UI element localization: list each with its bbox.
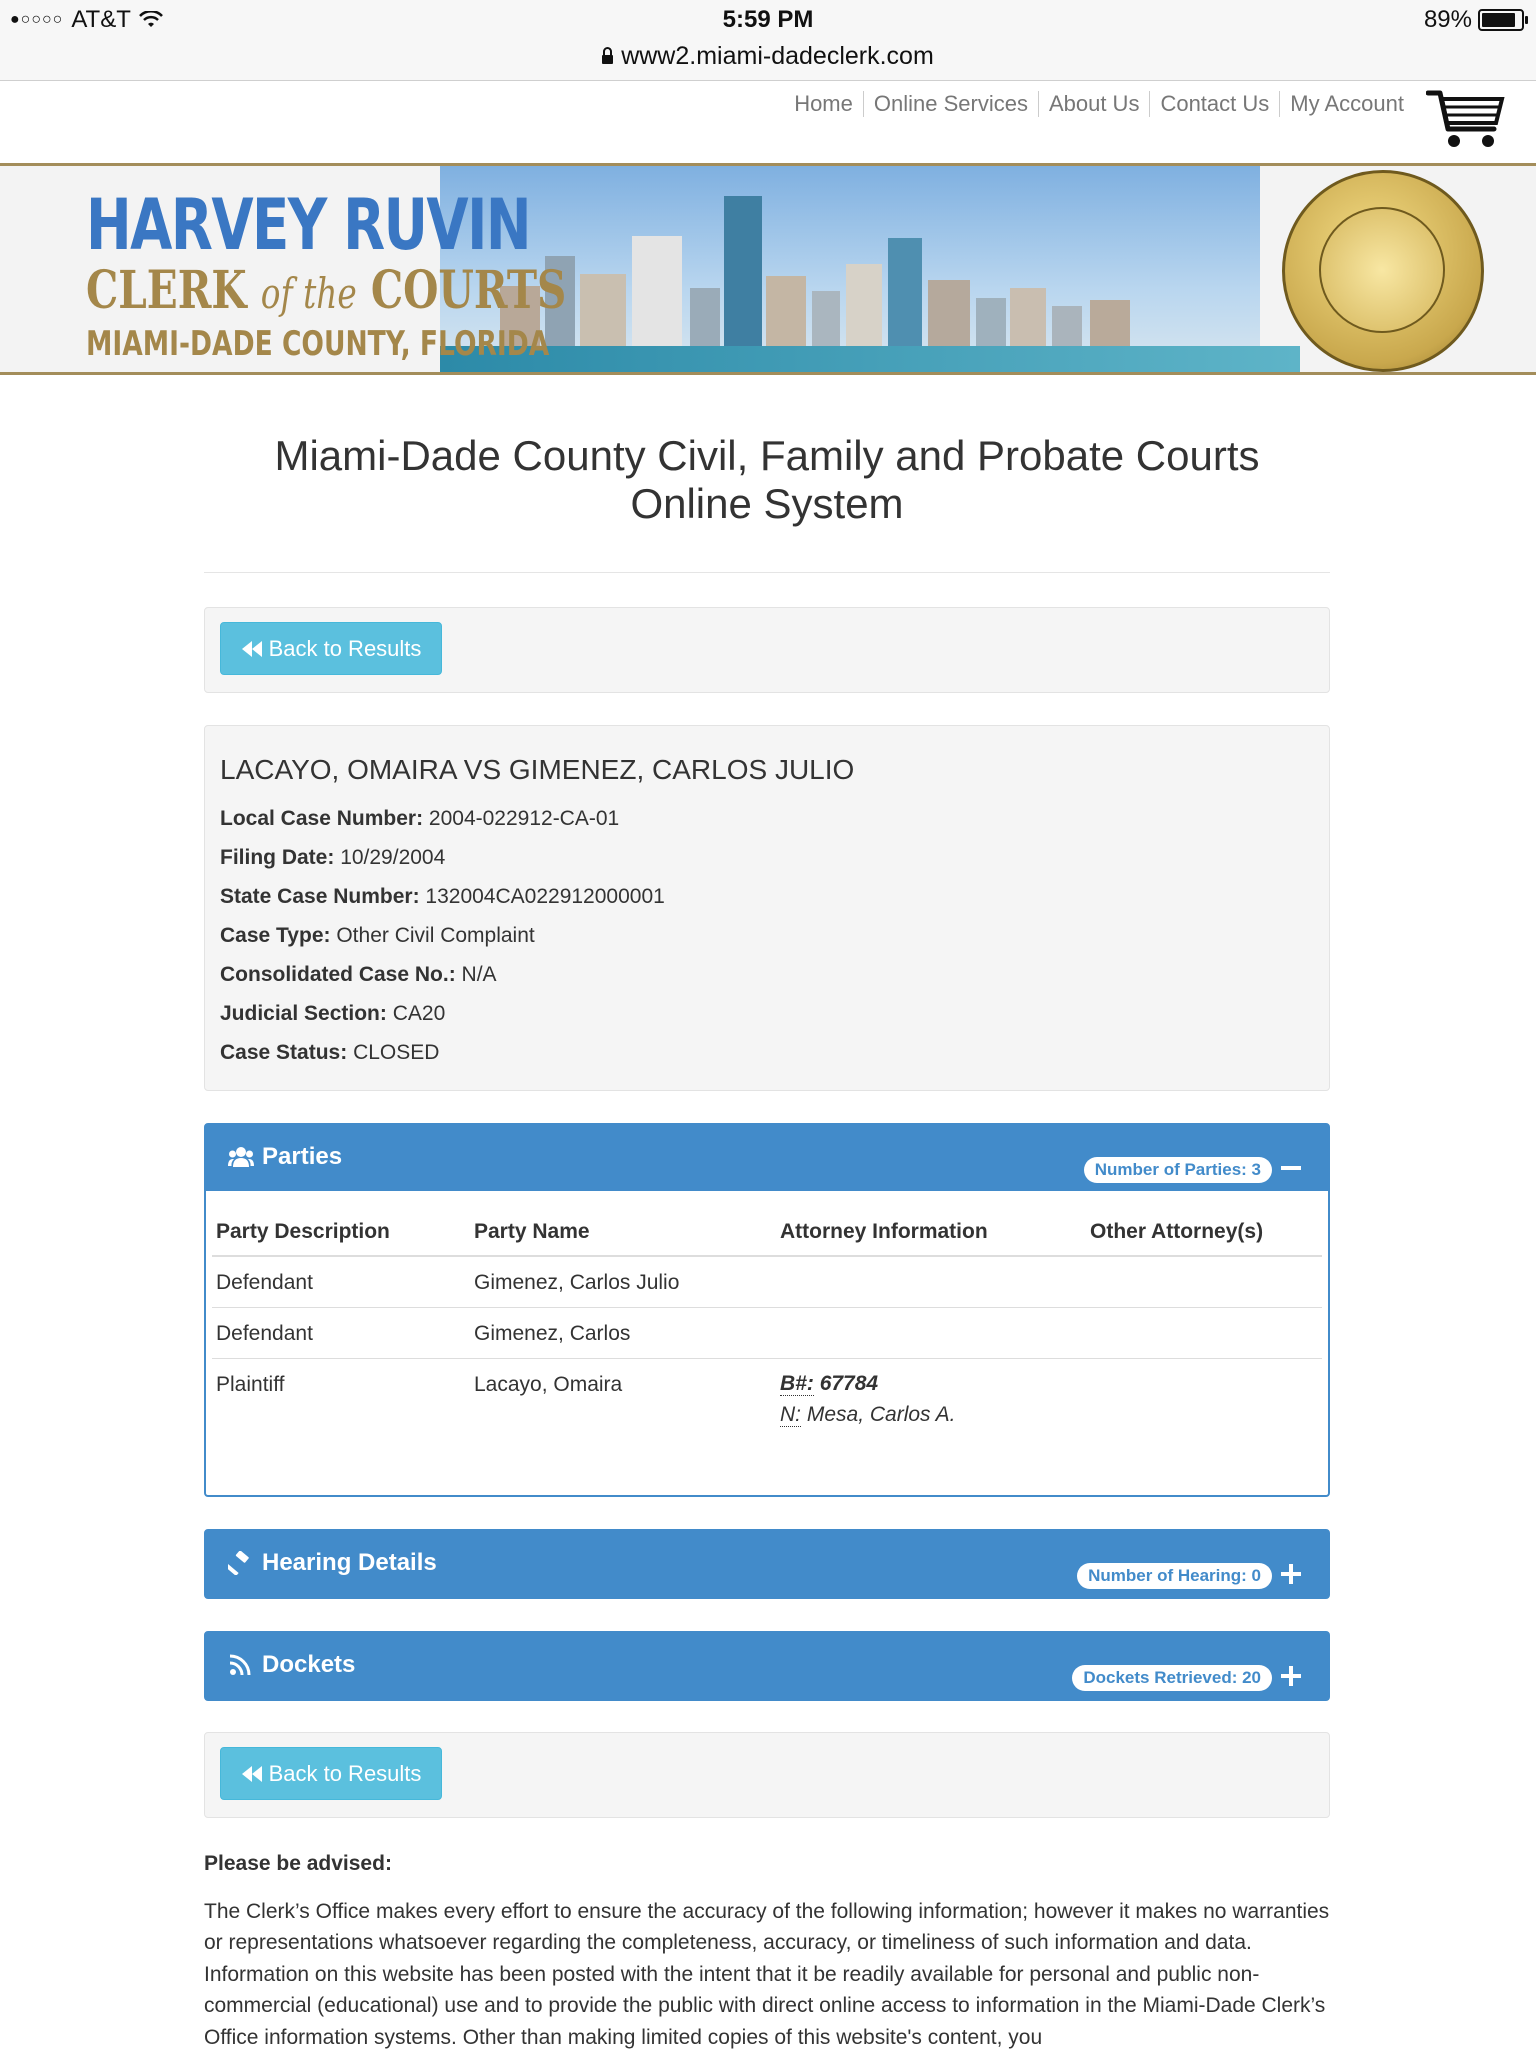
page-title: Miami-Dade County Civil, Family and Prob… (274, 432, 1260, 527)
parties-count-badge: Number of Parties: 3 (1083, 1157, 1272, 1183)
nav-online-services[interactable]: Online Services (862, 91, 1038, 117)
parties-panel: Parties Number of Parties: 3 Party Descr… (204, 1123, 1330, 1497)
case-field-judicial-section: Judicial Section: CA20 (220, 1002, 446, 1025)
parties-panel-header[interactable]: Parties Number of Parties: 3 (206, 1125, 1328, 1191)
hearing-panel-header[interactable]: Hearing Details Number of Hearing: 0 (206, 1531, 1328, 1597)
nav-contact-us[interactable]: Contact Us (1149, 91, 1279, 117)
divider (204, 572, 1330, 573)
url-text: www2.miami-dadeclerk.com (621, 42, 934, 70)
advisory-text: The Clerk’s Office makes every effort to… (204, 1900, 1330, 2049)
nav-about-us[interactable]: About Us (1037, 91, 1150, 117)
case-field-case-type: Case Type: Other Civil Complaint (220, 924, 535, 947)
shopping-cart-icon[interactable] (1426, 87, 1506, 151)
case-field-case-status: Case Status: CLOSED (220, 1041, 440, 1064)
hearing-title: Hearing Details (262, 1549, 437, 1576)
bottom-actions-well: Back to Results (204, 1732, 1330, 1818)
plus-icon[interactable] (1278, 1561, 1304, 1587)
clock: 5:59 PM (722, 6, 814, 33)
gavel-icon (228, 1551, 249, 1575)
court-seal-icon (1282, 170, 1484, 372)
back-to-results-button[interactable]: Back to Results (220, 622, 442, 675)
case-field-local-case-number: Local Case Number: 2004-022912-CA-01 (220, 807, 620, 830)
nav-home[interactable]: Home (784, 91, 863, 117)
table-row: Defendant Gimenez, Carlos (212, 1307, 1322, 1359)
hearing-count-badge: Number of Hearing: 0 (1077, 1563, 1272, 1589)
backward-icon (241, 640, 262, 657)
rss-icon (229, 1654, 251, 1676)
col-attorney-information: Attorney Information (776, 1219, 1086, 1257)
attorney-info: B#: 67784 N: Mesa, Carlos A. (776, 1358, 1086, 1442)
case-field-consolidated-case: Consolidated Case No.: N/A (220, 963, 497, 986)
plus-icon[interactable] (1278, 1663, 1304, 1689)
case-summary: LACAYO, OMAIRA VS GIMENEZ, CARLOS JULIO … (204, 725, 1330, 1091)
table-header-row: Party Description Party Name Attorney In… (212, 1219, 1322, 1257)
dockets-count-badge: Dockets Retrieved: 20 (1072, 1665, 1272, 1691)
users-icon (228, 1147, 254, 1167)
back-to-results-button[interactable]: Back to Results (220, 1747, 442, 1800)
col-party-name: Party Name (470, 1219, 776, 1257)
site-banner: HARVEY RUVIN CLERK of the COURTS MIAMI-D… (0, 163, 1536, 375)
nav-my-account[interactable]: My Account (1279, 91, 1414, 117)
logo-name: HARVEY RUVIN (86, 184, 532, 266)
hearing-panel: Hearing Details Number of Hearing: 0 (204, 1529, 1330, 1599)
case-field-state-case-number: State Case Number: 132004CA022912000001 (220, 885, 665, 908)
table-row: Defendant Gimenez, Carlos Julio (212, 1255, 1322, 1308)
case-field-filing-date: Filing Date: 10/29/2004 (220, 846, 446, 869)
col-party-description: Party Description (212, 1219, 470, 1257)
dockets-panel-header[interactable]: Dockets Dockets Retrieved: 20 (206, 1633, 1328, 1699)
status-bar: ●○○○○ AT&T 5:59 PM 89% (0, 0, 1536, 40)
top-actions-well: Back to Results (204, 607, 1330, 693)
dockets-panel: Dockets Dockets Retrieved: 20 (204, 1631, 1330, 1701)
case-title: LACAYO, OMAIRA VS GIMENEZ, CARLOS JULIO (220, 754, 855, 785)
minus-icon[interactable] (1278, 1155, 1304, 1181)
col-other-attorneys: Other Attorney(s) (1086, 1219, 1322, 1257)
advisory-heading: Please be advised: (204, 1852, 392, 1875)
top-navigation: Home Online Services About Us Contact Us… (0, 81, 1536, 163)
logo-county: MIAMI-DADE COUNTY, FLORIDA (86, 324, 550, 364)
lock-icon (602, 47, 614, 64)
dockets-title: Dockets (262, 1651, 356, 1678)
battery-percent: 89% (1423, 6, 1472, 33)
parties-title: Parties (262, 1143, 343, 1170)
battery-icon (1478, 9, 1528, 31)
address-bar[interactable]: www2.miami-dadeclerk.com (0, 40, 1536, 81)
clerk-logo[interactable]: HARVEY RUVIN CLERK of the COURTS MIAMI-D… (86, 188, 702, 365)
backward-icon (241, 1765, 262, 1782)
table-row: Plaintiff Lacayo, Omaira B#: 67784 N: Me… (212, 1358, 1322, 1442)
parties-table: Party Description Party Name Attorney In… (212, 1219, 1322, 1442)
